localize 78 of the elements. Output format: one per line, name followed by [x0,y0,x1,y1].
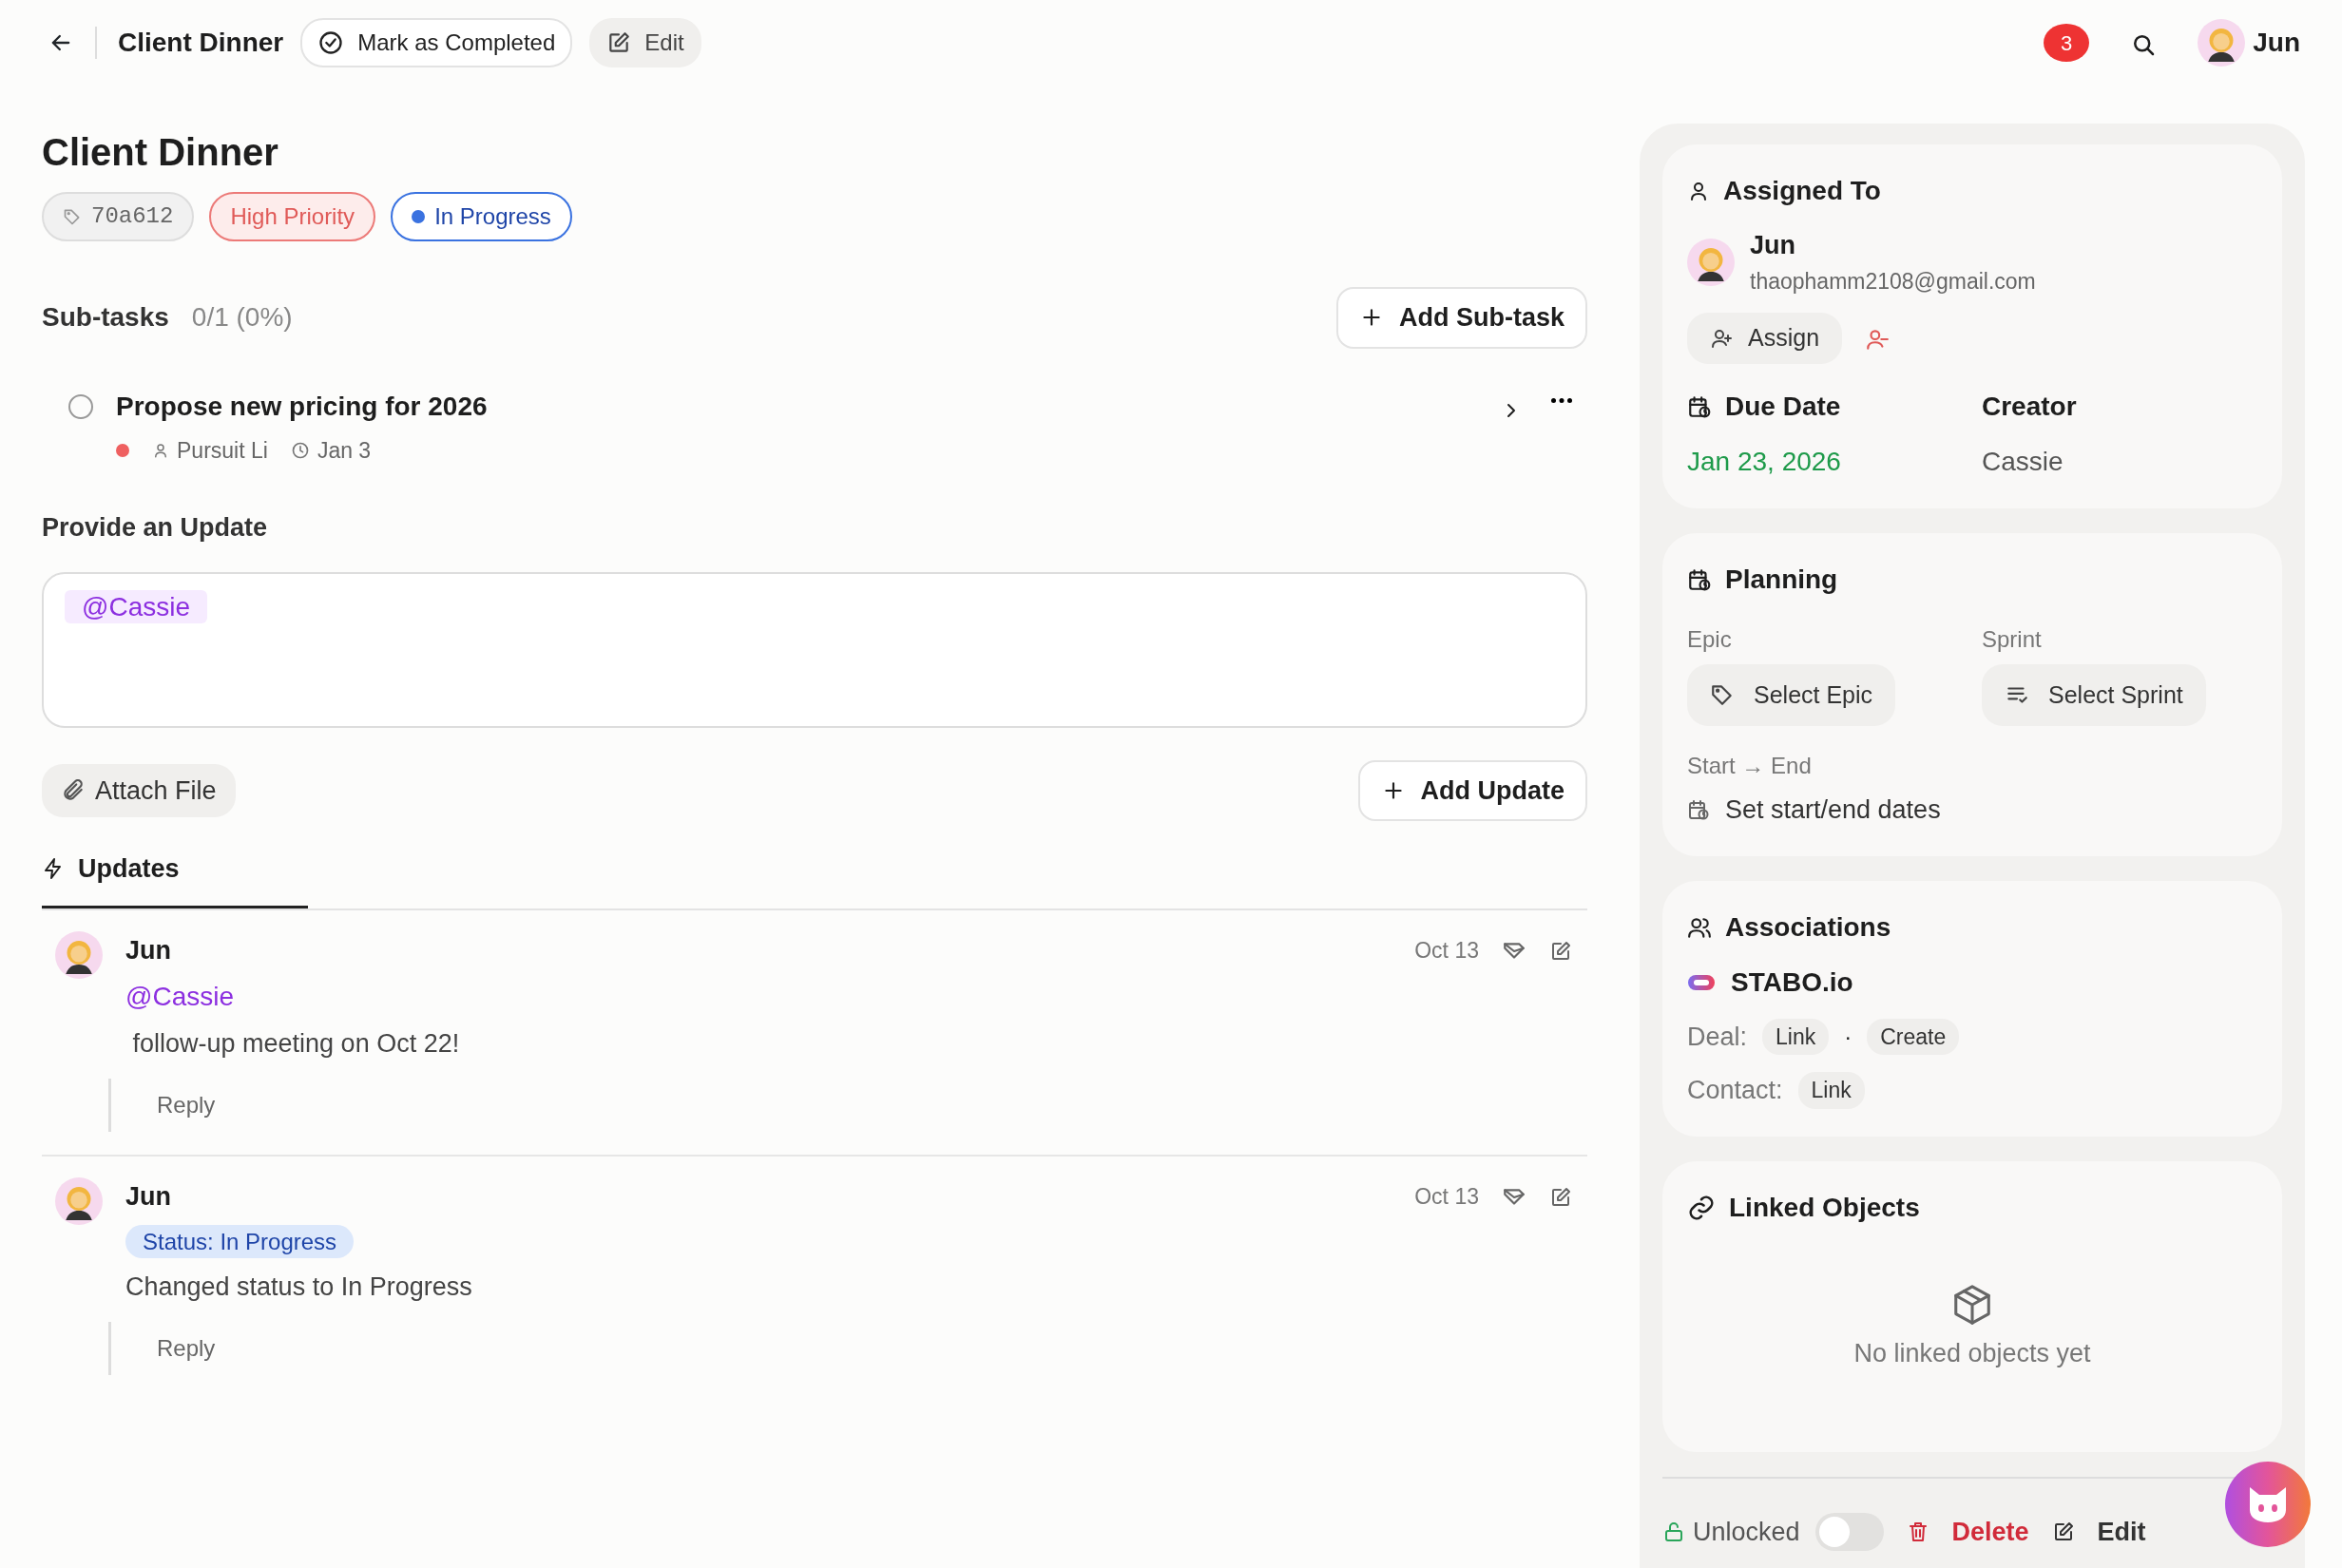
attach-file-button[interactable]: Attach File [42,763,236,817]
set-dates-link[interactable]: Set start/end dates [1725,791,1941,830]
field-label: Sprint [1982,624,2043,654]
section-title: Sub-tasks [42,301,169,335]
assignee-name: Jun [1750,230,1796,261]
person-icon [152,441,169,459]
delete-button[interactable]: Delete [1906,1512,2029,1551]
calendar-icon [1687,798,1710,822]
check-circle-icon [317,29,345,56]
notification-badge[interactable]: 3 [2044,24,2090,62]
more-icon [1551,398,1572,404]
author-name: Jun [125,1180,171,1213]
add-update-button[interactable]: Add Update [1357,759,1587,821]
status-dot [412,210,426,223]
assign-button[interactable]: Assign [1687,313,1843,364]
card-title: Planning [1725,563,1838,596]
field-label: Deal: [1687,1021,1748,1053]
assignee-name: Pursuit Li [177,436,268,465]
avatar [55,930,103,979]
clock-icon [290,440,310,460]
mark-completed-button[interactable]: Mark as Completed [300,18,573,67]
author-name: Jun [125,934,171,966]
update-date: Oct 13 [1414,936,1479,965]
reply-link[interactable]: Reply [157,1334,216,1361]
field-label: Start → End [1687,752,1813,780]
status-tag: Status: In Progress [125,1225,355,1258]
action-chip[interactable]: Link [1762,1018,1830,1055]
avatar [2198,19,2246,67]
update-text: follow-up meeting on Oct 22! [131,1028,461,1060]
update-date: Oct 13 [1414,1182,1479,1211]
creator-name: Cassie [1982,445,2064,478]
card-title: Assigned To [1723,175,1881,207]
task-title: Client Dinner [42,130,279,175]
paperclip-icon [61,777,86,803]
edit-button[interactable]: Edit [2051,1512,2146,1551]
card-title: Associations [1725,910,1891,944]
lock-icon [1662,1520,1685,1543]
page-title: Client Dinner [118,27,284,59]
action-chip[interactable]: Link [1797,1072,1865,1109]
field-label: Contact: [1687,1075,1783,1106]
avatar [1687,238,1735,286]
tab[interactable]: Updates [42,840,308,908]
status-tag: In Progress [391,192,572,241]
update-input[interactable]: @Cassie [42,571,1587,728]
mention-text[interactable]: @Cassie [125,977,1587,1017]
field-label: Due Date [1725,390,1841,423]
mention-tag: @Cassie [65,589,207,623]
action-chip[interactable]: Create [1867,1018,1960,1055]
lock-toggle[interactable] [1814,1512,1884,1551]
id-tag: 70a612 [42,192,195,241]
subtask-title[interactable]: Propose new pricing for 2026 [116,386,1500,427]
add-subtask-button[interactable]: Add Sub-task [1336,287,1587,349]
field-label: Creator [1982,390,2077,423]
priority-tag: High Priority [209,192,376,241]
checkbox[interactable] [68,393,93,419]
select-epic-button[interactable]: Select Epic [1687,663,1896,726]
update-text: Changed status to In Progress [125,1272,473,1303]
calendar-icon [1687,566,1712,592]
assignee-email: thaophamm2108@gmail.com [1750,267,2036,296]
empty-state-text: No linked objects yet [1853,1337,2091,1369]
tag-icon [1710,682,1735,708]
tag-icon [63,207,82,226]
field-label: Epic [1687,624,1733,654]
avatar [55,1176,103,1225]
user-name[interactable]: Jun [2253,23,2300,63]
company-name[interactable]: STABO.io [1731,962,1853,1003]
lock-label: Unlocked [1693,1516,1800,1548]
edit-icon [606,30,632,55]
field-label: Provide an Update [42,512,269,544]
edit-button[interactable]: Edit [589,18,701,67]
separator-dot: · [1844,1022,1852,1051]
due-date: Jan 3 [317,436,372,465]
select-sprint-button[interactable]: Select Sprint [1982,663,2206,726]
user-minus-icon [1865,327,1891,353]
progress-text: 0/1 (0%) [191,301,293,335]
calendar-icon [1687,393,1712,419]
card-title: Linked Objects [1729,1191,1920,1224]
reply-link[interactable]: Reply [157,1091,216,1118]
